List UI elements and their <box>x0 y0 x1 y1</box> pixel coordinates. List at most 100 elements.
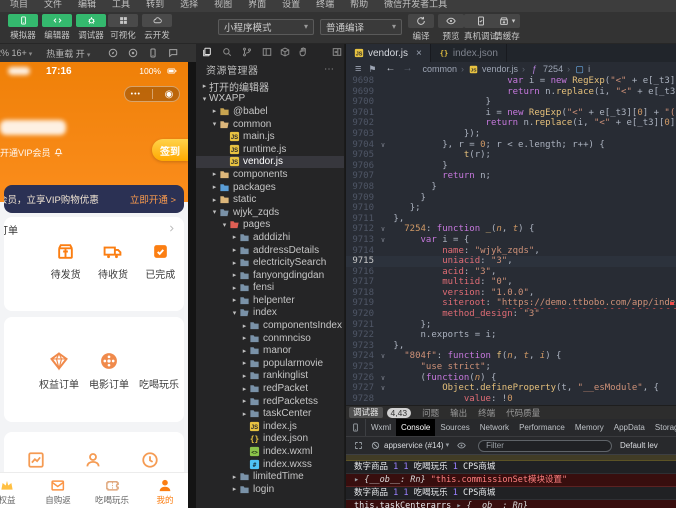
menu-item[interactable]: 编辑 <box>78 0 96 10</box>
fold-arrow-icon[interactable]: ∨ <box>378 224 388 235</box>
menu-item[interactable]: 工具 <box>112 0 130 10</box>
console-log-row[interactable]: 数字商品 1 1 吃喝玩乐 1 CPS商城 <box>346 487 676 500</box>
block-icon[interactable] <box>371 441 380 450</box>
fold-arrow-icon[interactable]: ∨ <box>378 351 388 362</box>
code-button[interactable] <box>42 14 72 27</box>
phone-tab-1[interactable]: 权益 <box>0 477 16 506</box>
grid-button[interactable] <box>108 14 138 27</box>
tree-item-conmnciso[interactable]: ▸ conmnciso <box>196 332 344 345</box>
tree-item-limitedTime[interactable]: ▸ limitedTime <box>196 470 344 483</box>
action-eye[interactable]: 预览 <box>438 14 464 42</box>
tree-item-[interactable]: ▸ 打开的编辑器 <box>196 80 344 94</box>
order-status-item[interactable]: 待收货 <box>89 241 136 281</box>
tree-item-index.wxml[interactable]: <> index.wxml <box>196 445 344 458</box>
breadcrumb-item[interactable]: i <box>588 64 590 74</box>
bug-button[interactable] <box>76 14 106 27</box>
console-context-select[interactable]: appservice (#14) ▾ <box>384 441 453 450</box>
chevron-right-icon[interactable] <box>167 224 176 233</box>
tree-item-popularmovie[interactable]: ▸ popularmovie <box>196 357 344 370</box>
hot-reload-toggle[interactable]: 热重载 开 ▾ <box>46 47 90 60</box>
console-level-select[interactable]: Default lev <box>620 441 672 450</box>
tree-item-addressDetails[interactable]: ▸ addressDetails <box>196 244 344 257</box>
toolbar-button-code[interactable]: 编辑器 <box>40 14 74 41</box>
tree-item-index.json[interactable]: {} index.json <box>196 433 344 446</box>
devtools-tab-storage[interactable]: Storage <box>650 419 676 436</box>
panel-tab-终端[interactable]: 终端 <box>478 407 495 419</box>
toolbar-button-bug[interactable]: 调试器 <box>74 14 108 41</box>
phone-tab-4[interactable]: 我的 <box>156 477 174 506</box>
breadcrumb-item[interactable]: 7254 <box>543 64 563 74</box>
phone-icon[interactable] <box>148 48 158 58</box>
search-icon[interactable] <box>222 47 232 57</box>
hamburger-icon[interactable]: ≡ <box>355 63 361 75</box>
editor-tab-index.json[interactable]: {} index.json <box>431 44 507 62</box>
expand-arrow-icon[interactable]: ▸ <box>354 475 364 485</box>
panel-tab-问题[interactable]: 问题 <box>422 407 439 419</box>
console-error-row[interactable]: ▸ {__ob__: Rn} "this.commissionSet模块设置" <box>346 474 676 487</box>
hand-icon[interactable] <box>298 47 308 57</box>
phone-tab-2[interactable]: 自购返 <box>45 477 71 506</box>
tree-item-adddizhi[interactable]: ▸ adddizhi <box>196 231 344 244</box>
menu-item[interactable]: 选择 <box>180 0 198 10</box>
breadcrumb-item[interactable]: vendor.js <box>482 64 518 74</box>
tree-item-rankinglist[interactable]: ▸ rankinglist <box>196 370 344 383</box>
tree-item-index.js[interactable]: JS index.js <box>196 420 344 433</box>
tree-item-common[interactable]: ▾ common <box>196 118 344 131</box>
files-icon[interactable] <box>202 47 212 57</box>
devtools-tab-appdata[interactable]: AppData <box>609 419 650 436</box>
phone-button[interactable] <box>8 14 38 27</box>
service-item[interactable]: 权益订单 <box>34 351 84 391</box>
chat-icon[interactable] <box>168 48 178 58</box>
tree-item-fensi[interactable]: ▸ fensi <box>196 282 344 295</box>
action-device-debug[interactable]: 真机调试 <box>464 14 499 42</box>
debugger-panel-tab[interactable]: 调试器 <box>349 407 383 418</box>
devtools-tab-wxml[interactable]: Wxml <box>366 419 396 436</box>
tree-item-static[interactable]: ▸ static <box>196 193 344 206</box>
tree-item-manor[interactable]: ▸ manor <box>196 344 344 357</box>
devtools-tab-performance[interactable]: Performance <box>514 419 570 436</box>
tree-item-packages[interactable]: ▸ packages <box>196 181 344 194</box>
tree-item-helpenter[interactable]: ▸ helpenter <box>196 294 344 307</box>
tree-item-fanyongdingdan[interactable]: ▸ fanyongdingdan <box>196 269 344 282</box>
devtools-tab-console[interactable]: Console <box>396 419 436 436</box>
tree-item-taskCenter[interactable]: ▸ taskCenter <box>196 407 344 420</box>
menu-item[interactable]: 设置 <box>282 0 300 10</box>
signin-button[interactable]: 签到 <box>152 139 188 161</box>
editor-tab-vendor.js[interactable]: JS vendor.js × <box>346 44 431 62</box>
tree-item-components[interactable]: ▸ components <box>196 168 344 181</box>
tree-item-runtime.js[interactable]: JS runtime.js <box>196 143 344 156</box>
order-status-item[interactable]: 待发货 <box>42 241 89 281</box>
compass-icon[interactable] <box>108 48 118 58</box>
toolbar-button-grid[interactable]: 可视化 <box>106 14 140 41</box>
menu-item[interactable]: 文件 <box>44 0 62 10</box>
quick-item[interactable] <box>121 450 178 470</box>
fold-arrow-icon[interactable]: ∨ <box>378 383 388 394</box>
capsule-target-icon[interactable]: ◉ <box>165 89 174 100</box>
arrow-right-icon[interactable]: → <box>403 64 413 74</box>
devtools-tab-network[interactable]: Network <box>475 419 514 436</box>
phone-tab-3[interactable]: 吃喝玩乐 <box>95 477 129 506</box>
device-debug-button[interactable] <box>464 14 499 28</box>
panel-tab-代码质量[interactable]: 代码质量 <box>506 407 540 419</box>
tree-item-pages[interactable]: ▾ pages <box>196 219 344 232</box>
target-icon[interactable] <box>128 48 138 58</box>
tree-item-vendor.js[interactable]: JS vendor.js <box>196 155 344 169</box>
service-item[interactable]: 吃喝玩乐 <box>134 351 184 391</box>
eye-icon[interactable] <box>457 441 466 450</box>
action-refresh[interactable]: 编译 <box>408 14 434 42</box>
console-filter-input[interactable] <box>478 439 612 452</box>
service-item[interactable]: 电影订单 <box>84 351 134 391</box>
breadcrumb[interactable]: ≡ ⚑ ← → common › JS vendor.js › ƒ 7254 › ▢ i <box>346 62 676 76</box>
fold-arrow-icon[interactable]: ∨ <box>378 373 388 384</box>
tree-item-main.js[interactable]: JS main.js <box>196 130 344 143</box>
branch-icon[interactable] <box>242 47 252 57</box>
menu-item[interactable]: 终端 <box>316 0 334 10</box>
panel-tab-输出[interactable]: 输出 <box>450 407 467 419</box>
devtools-tab-sources[interactable]: Sources <box>435 419 474 436</box>
console-log-list[interactable]: 数字商品 1 1 吃喝玩乐 1 CPS商城 ▸ {__ob__: Rn} "thi… <box>346 455 676 508</box>
vip-hint-row[interactable]: 开通VIP会员 <box>0 146 63 159</box>
mode-select[interactable]: 小程序模式 ▾ <box>218 19 314 35</box>
menu-item[interactable]: 微信开发者工具 <box>384 0 447 10</box>
menu-item[interactable]: 界面 <box>248 0 266 10</box>
menu-item[interactable]: 帮助 <box>350 0 368 10</box>
